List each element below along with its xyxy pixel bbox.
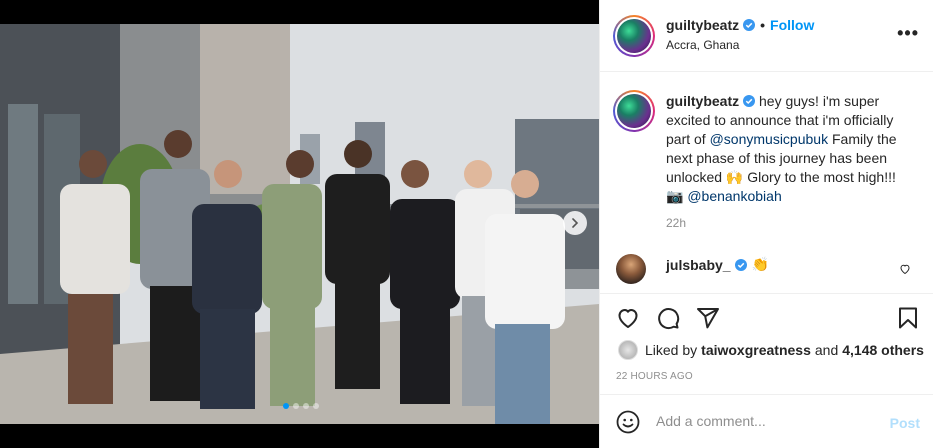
likes-summary: Liked by taiwoxgreatness and 4,148 other…: [618, 340, 928, 360]
caption-username[interactable]: guiltybeatz: [666, 93, 739, 109]
share-icon[interactable]: [696, 306, 720, 335]
author-row: guiltybeatz • Follow: [666, 17, 814, 33]
comment-text: 👏: [751, 256, 770, 272]
comment-icon[interactable]: [656, 306, 680, 335]
carousel-next-button[interactable]: [563, 211, 587, 235]
heart-icon[interactable]: [616, 306, 640, 335]
carousel-dot: [283, 403, 289, 409]
comment-item: julsbaby_ 👏: [613, 250, 923, 286]
commenter-avatar[interactable]: [616, 254, 646, 284]
emoji-icon[interactable]: [616, 410, 640, 439]
action-bar: [600, 294, 933, 342]
likes-joiner: and: [814, 342, 839, 358]
comment-input[interactable]: [656, 413, 866, 429]
follow-button[interactable]: Follow: [770, 17, 814, 33]
verified-badge-icon: [743, 95, 756, 107]
carousel-dot: [303, 403, 309, 409]
chevron-right-icon: [572, 218, 579, 228]
comment-like-heart-icon[interactable]: [899, 262, 911, 280]
verified-badge-icon: [734, 258, 747, 271]
caption-mention-photographer[interactable]: @benankobiah: [687, 188, 781, 204]
caption-time[interactable]: 22h: [666, 216, 686, 230]
carousel-dot: [293, 403, 299, 409]
add-comment-bar: Post: [600, 394, 933, 448]
more-icon[interactable]: •••: [897, 24, 919, 42]
likes-others[interactable]: 4,148 others: [842, 342, 924, 358]
caption-avatar[interactable]: [613, 90, 655, 132]
comment-content: julsbaby_ 👏: [666, 256, 769, 273]
post-header: guiltybeatz • Follow Accra, Ghana •••: [600, 0, 933, 72]
author-username[interactable]: guiltybeatz: [666, 17, 739, 33]
photo-pane: [0, 0, 599, 448]
carousel-dot: [313, 403, 319, 409]
verified-badge-icon: [743, 19, 756, 31]
liker-username[interactable]: taiwoxgreatness: [701, 342, 811, 358]
caption-text: guiltybeatz hey guys! i'm super excited …: [666, 92, 916, 206]
author-avatar[interactable]: [613, 15, 655, 57]
post-photo[interactable]: [0, 24, 599, 424]
post-details-pane: guiltybeatz • Follow Accra, Ghana ••• gu…: [599, 0, 933, 448]
caption-mention-sony[interactable]: @sonymusicpubuk: [710, 131, 829, 147]
group-photo-illustration: [0, 24, 599, 424]
post-timestamp[interactable]: 22 HOURS AGO: [616, 371, 693, 382]
bookmark-icon[interactable]: [896, 306, 920, 335]
likes-prefix: Liked by: [645, 342, 698, 358]
liker-avatar[interactable]: [618, 340, 638, 360]
commenter-username[interactable]: julsbaby_: [666, 257, 731, 273]
separator-dot: •: [760, 17, 766, 33]
post-location[interactable]: Accra, Ghana: [666, 38, 739, 52]
post-comment-button[interactable]: Post: [890, 415, 920, 431]
carousel-dots: [283, 403, 319, 409]
